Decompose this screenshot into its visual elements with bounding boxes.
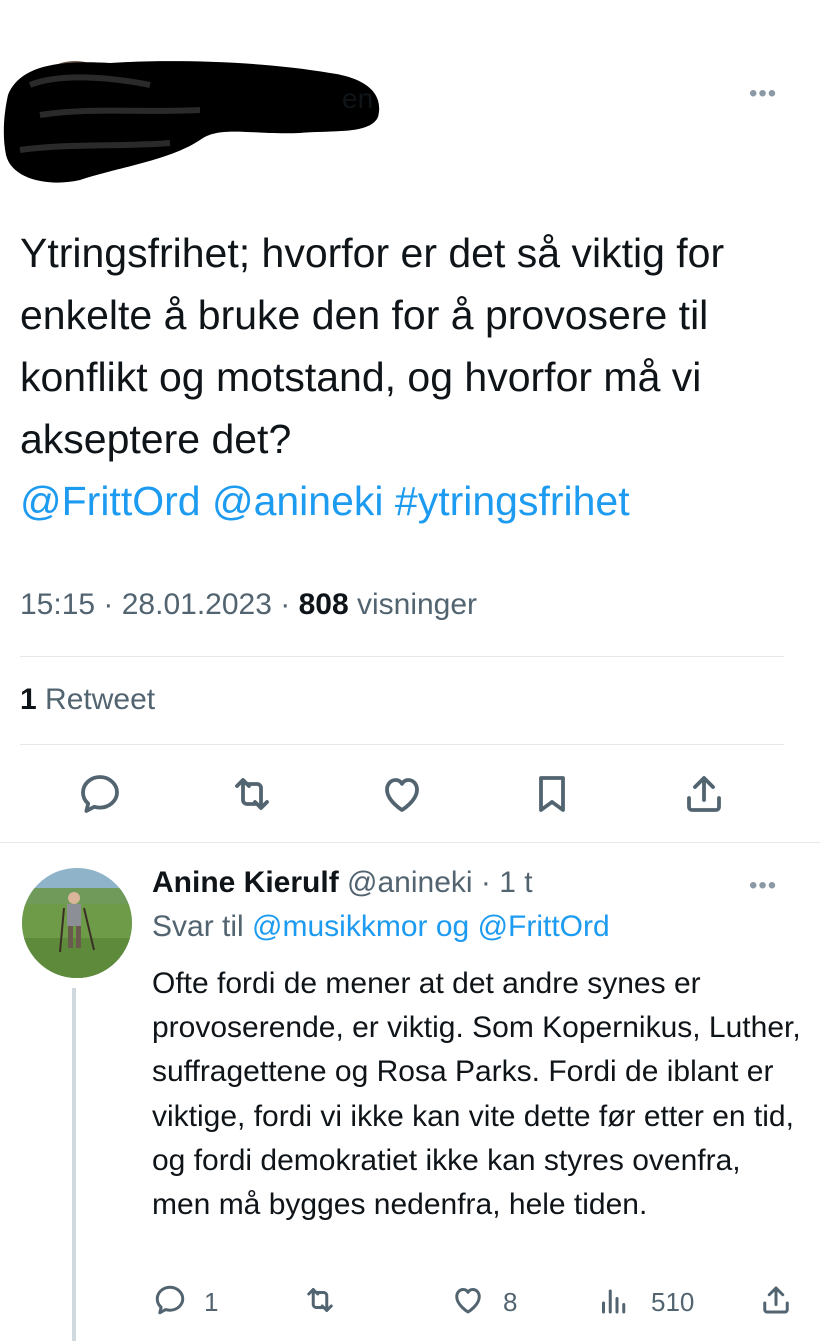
- retweet-icon[interactable]: [228, 770, 276, 818]
- divider: [0, 842, 820, 843]
- retweet-icon[interactable]: [302, 1282, 342, 1318]
- divider: [20, 656, 784, 657]
- tweet-links[interactable]: @FrittOrd @anineki #ytringsfrihet: [20, 478, 630, 524]
- reply-to-user[interactable]: @musikkmor: [252, 910, 427, 943]
- tweet-meta: 15:15 · 28.01.2023 · 808 visninger: [20, 588, 478, 621]
- reply-to-user[interactable]: @FrittOrd: [478, 910, 610, 943]
- share-icon[interactable]: [758, 1282, 798, 1318]
- thread-line: [72, 988, 76, 1341]
- reply-icon[interactable]: [76, 770, 124, 818]
- reply-to-prefix: Svar til: [152, 910, 244, 943]
- retweet-stats[interactable]: 1 Retweet: [20, 683, 155, 717]
- view-count: 510: [651, 1287, 695, 1317]
- author-name-fragment: en: [342, 83, 374, 114]
- reply-to-conjunction: og: [435, 910, 470, 943]
- share-icon[interactable]: [680, 770, 728, 818]
- retweet-count: 1: [20, 683, 37, 716]
- reply-header: Anine Kierulf @anineki · 1 t: [152, 866, 533, 899]
- reply-author-name[interactable]: Anine Kierulf: [152, 866, 339, 899]
- reply-age[interactable]: 1 t: [499, 866, 532, 899]
- views-count: 808: [298, 588, 349, 621]
- reply-author-handle[interactable]: @anineki: [347, 866, 473, 899]
- redacted-author: en: [0, 55, 390, 190]
- like-icon[interactable]: [378, 770, 426, 818]
- more-icon[interactable]: •••: [749, 872, 777, 900]
- like-icon[interactable]: [450, 1282, 490, 1318]
- retweet-label: Retweet: [45, 683, 156, 716]
- tweet-body: Ytringsfrihet; hvorfor er det så viktig …: [20, 230, 725, 462]
- divider: [20, 744, 784, 745]
- bookmark-icon[interactable]: [528, 770, 576, 818]
- views-label: visninger: [356, 588, 478, 621]
- tweet-text: Ytringsfrihet; hvorfor er det så viktig …: [20, 222, 800, 532]
- views-icon[interactable]: [596, 1282, 636, 1318]
- reply-text: Ofte fordi de mener at det andre synes e…: [152, 967, 801, 1222]
- reply-count: 1: [204, 1287, 219, 1317]
- more-icon[interactable]: •••: [749, 80, 777, 108]
- tweet-date[interactable]: 28.01.2023: [122, 588, 272, 621]
- like-count: 8: [503, 1287, 518, 1317]
- reply-icon[interactable]: [152, 1282, 192, 1318]
- tweet-time[interactable]: 15:15: [20, 588, 95, 621]
- avatar[interactable]: [22, 868, 132, 978]
- reply-to-line: Svar til @musikkmor og @FrittOrd: [152, 910, 610, 944]
